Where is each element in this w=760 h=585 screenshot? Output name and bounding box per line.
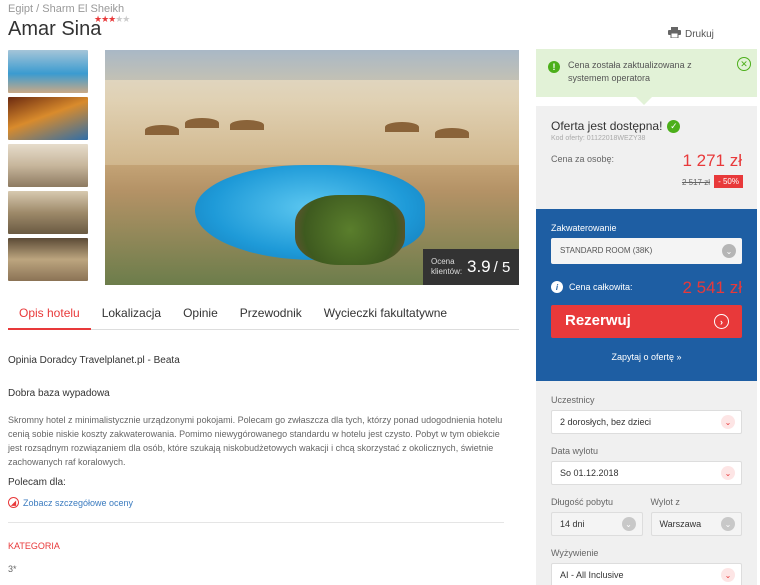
room-value: STANDARD ROOM (38K) xyxy=(560,246,653,255)
departure-from-label: Wylot z xyxy=(650,497,680,507)
printer-icon xyxy=(668,27,681,41)
notice-text: Cena została zaktualizowana z systemem o… xyxy=(568,60,692,83)
chevron-down-icon: ⌄ xyxy=(722,244,736,258)
opinion-subtitle: Dobra baza wypadowa xyxy=(8,388,110,399)
price-per-person: 1 271 zł xyxy=(682,151,742,170)
booking-panel: Zakwaterowanie STANDARD ROOM (38K) ⌄ i C… xyxy=(536,209,757,381)
rating-scale: / 5 xyxy=(493,258,511,276)
offer-code: Kod oferty: 01122018WEZY38 xyxy=(551,135,646,142)
participants-label: Uczestnicy xyxy=(551,395,595,405)
category-label: KATEGORIA xyxy=(8,541,60,551)
close-icon[interactable]: ✕ xyxy=(737,57,751,71)
category-value: 3* xyxy=(8,564,17,574)
offer-title: Oferta jest dostępna! xyxy=(551,119,663,133)
detailed-ratings-link[interactable]: ◢ Zobacz szczegółowe oceny xyxy=(8,497,508,508)
book-button-label: Rezerwuj xyxy=(565,312,631,329)
opinion-text: Skromny hotel z minimalistycznie urządzo… xyxy=(8,415,503,467)
accommodation-label: Zakwaterowanie xyxy=(551,223,617,233)
recommend-label: Polecam dla: xyxy=(8,477,66,488)
print-label: Drukuj xyxy=(685,28,714,40)
hotel-description: Opinia Doradcy Travelplanet.pl - Beata D… xyxy=(8,355,508,574)
info-icon[interactable]: i xyxy=(551,281,563,293)
departure-from-select[interactable]: Warszawa ⌄ xyxy=(650,512,742,536)
participants-value: 2 dorosłych, bez dzieci xyxy=(560,417,652,427)
departure-date-select[interactable]: So 01.12.2018 ⌄ xyxy=(551,461,742,485)
rating-value: 3.9 xyxy=(467,257,491,276)
tab-lokalizacja[interactable]: Lokalizacja xyxy=(91,300,172,330)
print-link[interactable]: Drukuj xyxy=(668,27,714,41)
hotel-title: Amar Sina xyxy=(8,18,102,40)
departure-date-value: So 01.12.2018 xyxy=(560,468,619,478)
opinion-title: Opinia Doradcy Travelplanet.pl - Beata xyxy=(8,355,180,366)
tab-przewodnik[interactable]: Przewodnik xyxy=(229,300,313,330)
thumbnail-image[interactable] xyxy=(8,50,88,93)
price-update-notice: ! Cena została zaktualizowana z systemem… xyxy=(536,49,757,105)
chevron-down-icon: ⌄ xyxy=(721,466,735,480)
departure-from-value: Warszawa xyxy=(659,519,702,529)
tab-opinie[interactable]: Opinie xyxy=(172,300,229,330)
hotel-tabs: Opis hotelu Lokalizacja Opinie Przewodni… xyxy=(8,300,519,330)
rating-label: Ocena klientów: xyxy=(431,257,463,276)
thumbnail-image[interactable] xyxy=(8,191,88,234)
stay-length-label: Długość pobytu xyxy=(551,497,614,507)
room-select[interactable]: STANDARD ROOM (38K) ⌄ xyxy=(551,238,742,264)
tab-opis-hotelu[interactable]: Opis hotelu xyxy=(8,300,91,330)
exclamation-icon: ! xyxy=(548,61,560,73)
detailed-ratings-label: Zobacz szczegółowe oceny xyxy=(23,497,134,508)
stay-length-select[interactable]: 14 dni ⌄ xyxy=(551,512,643,536)
price-per-person-label: Cena za osobę: xyxy=(551,154,615,164)
total-price: 2 541 zł xyxy=(682,278,742,297)
stay-length-value: 14 dni xyxy=(560,519,585,529)
check-icon: ✓ xyxy=(667,119,681,133)
chevron-down-icon: ⌄ xyxy=(621,517,636,531)
tab-wycieczki[interactable]: Wycieczki fakultatywne xyxy=(313,300,458,330)
board-label: Wyżywienie xyxy=(551,548,599,558)
chevron-down-icon: ⌄ xyxy=(721,517,735,531)
old-price: 2 517 zł xyxy=(681,178,710,187)
chevron-down-icon: ⌄ xyxy=(721,568,735,582)
ask-about-offer-link[interactable]: Zapytaj o ofertę » xyxy=(551,352,742,362)
book-button[interactable]: Rezerwuj › xyxy=(551,305,742,338)
total-price-label: Cena całkowita: xyxy=(569,282,633,292)
total-price-row: i Cena całkowita: 2 541 zł xyxy=(551,278,742,297)
star-rating: ★★★★★ xyxy=(94,14,130,24)
discount-badge: - 50% xyxy=(714,175,743,188)
customer-rating-box: Ocena klientów: 3.9 / 5 xyxy=(423,249,519,285)
divider xyxy=(8,522,504,523)
departure-date-label: Data wylotu xyxy=(551,446,599,456)
offer-box: Oferta jest dostępna! ✓ Kod oferty: 0112… xyxy=(536,106,757,209)
thumbnail-image[interactable] xyxy=(8,144,88,187)
thumbnail-image[interactable] xyxy=(8,97,88,140)
thumbnail-gallery xyxy=(8,50,88,285)
chevron-down-icon: ⌄ xyxy=(721,415,735,429)
main-hotel-photo[interactable]: Ocena klientów: 3.9 / 5 xyxy=(105,50,519,285)
participants-select[interactable]: 2 dorosłych, bez dzieci ⌄ xyxy=(551,410,742,434)
board-select[interactable]: AI - All Inclusive ⌄ xyxy=(551,563,742,585)
arrow-right-icon: › xyxy=(714,314,729,329)
search-filters: Uczestnicy 2 dorosłych, bez dzieci ⌄ Dat… xyxy=(536,381,757,585)
booking-sidebar: ! Cena została zaktualizowana z systemem… xyxy=(536,49,757,585)
thumbnail-image[interactable] xyxy=(8,238,88,281)
chart-icon: ◢ xyxy=(8,497,19,508)
board-value: AI - All Inclusive xyxy=(560,570,624,580)
